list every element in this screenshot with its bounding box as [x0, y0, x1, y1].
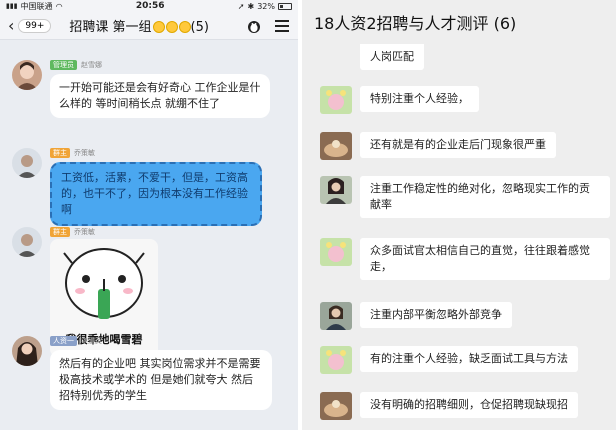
avatar[interactable] — [12, 336, 42, 366]
avatar[interactable] — [320, 238, 352, 266]
message-meta: 管理员 赵雪娜 — [50, 60, 102, 70]
selected-message-bubble[interactable]: 工资低，活累，不爱干，但是，工资高的，也干不了，因为根本没有工作经验啊 — [50, 162, 262, 226]
clock: 20:56 — [135, 1, 165, 11]
message-bubble[interactable]: 然后有的企业吧 其实岗位需求并不是需要极高技术或学术的 但是她们就夸大 然后招特… — [50, 350, 272, 410]
battery-percent: 32% — [257, 1, 275, 11]
message-bubble[interactable]: 没有明确的招聘细则，仓促招聘现缺现招 — [360, 392, 578, 418]
penguin-icon[interactable] — [246, 18, 262, 34]
avatar[interactable] — [320, 302, 352, 330]
group-chat-title: 18人资2招聘与人才测评 (6) — [314, 14, 517, 33]
avatar[interactable] — [320, 392, 352, 420]
location-icon: ➚ — [237, 1, 245, 11]
message-bubble[interactable]: 注重工作稳定性的绝对化，忽略现实工作的贡献率 — [360, 176, 610, 218]
bluetooth-icon: ✱ — [247, 1, 255, 11]
menu-icon[interactable] — [274, 19, 290, 33]
cartoon-face-icon — [63, 248, 145, 319]
message-bubble[interactable]: 特别注重个人经验， — [360, 86, 479, 112]
avatar[interactable] — [320, 346, 352, 374]
chat-nav-bar: ‹ 99+ 招聘课 第一组 (5) — [0, 12, 298, 40]
message-bubble[interactable]: 有的注重个人经验，缺乏面试工具与方法 — [360, 346, 578, 372]
role-tag: 人资一 — [50, 336, 77, 346]
unread-count-badge[interactable]: 99+ — [18, 18, 52, 33]
member-count: (5) — [190, 20, 209, 35]
avatar[interactable] — [320, 86, 352, 114]
emoji-icon — [165, 21, 178, 33]
role-tag: 管理员 — [50, 60, 77, 70]
sender-name: 乔策敏 — [74, 149, 95, 157]
sender-name: 赵雪娜 — [81, 61, 102, 69]
message-meta: 人资一 李爱英 — [50, 336, 102, 346]
avatar[interactable] — [320, 132, 352, 160]
message-bubble[interactable]: 还有就是有的企业走后门现象很严重 — [360, 132, 556, 158]
emoji-icon — [178, 21, 191, 33]
desktop-chat-panel: 18人资2招聘与人才测评 (6) 人岗匹配 特别注重个人经验， 还有就是有的企业… — [302, 0, 616, 430]
message-bubble[interactable]: 人岗匹配 — [360, 44, 424, 70]
avatar[interactable] — [12, 227, 42, 257]
avatar[interactable] — [12, 148, 42, 178]
message-meta: 群主 乔策敏 — [50, 148, 95, 158]
carrier-label: 中国联通 — [20, 1, 53, 11]
chat-title: 招聘课 第一组 (5) — [69, 16, 246, 35]
message-bubble[interactable]: 众多面试官太相信自己的直觉，往往跟着感觉走， — [360, 238, 610, 280]
role-tag: 群主 — [50, 148, 70, 158]
role-tag: 群主 — [50, 227, 70, 237]
mobile-chat-panel: ▮▮▮ 中国联通 ◠ 20:56 ➚ ✱ 32% ‹ 99+ 招聘课 第一组 (5… — [0, 0, 298, 430]
battery-icon — [277, 2, 292, 10]
sender-name: 乔策敏 — [74, 228, 95, 236]
message-bubble[interactable]: 注重内部平衡忽略外部竞争 — [360, 302, 512, 328]
emoji-icon — [152, 21, 165, 33]
wifi-icon: ◠ — [55, 1, 63, 11]
back-arrow-icon[interactable]: ‹ — [8, 16, 14, 35]
avatar[interactable] — [320, 176, 352, 204]
sender-name: 李爱英 — [81, 337, 102, 345]
message-bubble[interactable]: 一开始可能还是会有好奇心 工作企业是什么样的 等时间稍长点 就绷不住了 — [50, 74, 270, 118]
signal-icon: ▮▮▮ — [6, 2, 18, 10]
avatar[interactable] — [12, 60, 42, 90]
status-bar: ▮▮▮ 中国联通 ◠ 20:56 ➚ ✱ 32% — [0, 0, 298, 12]
chat-title-text: 招聘课 第一组 — [69, 20, 152, 35]
message-meta: 群主 乔策敏 — [50, 227, 95, 237]
